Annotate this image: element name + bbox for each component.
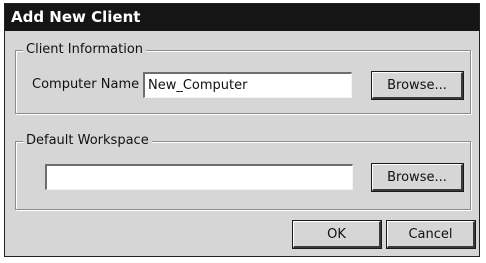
dialog-title: Add New Client <box>11 8 141 26</box>
client-browse-button[interactable]: Browse... <box>372 72 463 99</box>
default-workspace-group: Default Workspace Browse... <box>15 133 471 210</box>
workspace-browse-button[interactable]: Browse... <box>372 164 463 191</box>
default-workspace-legend: Default Workspace <box>23 133 152 149</box>
workspace-input[interactable] <box>45 164 353 190</box>
ok-button[interactable]: OK <box>293 221 381 248</box>
dialog-title-bar[interactable]: Add New Client <box>5 4 479 31</box>
cancel-button[interactable]: Cancel <box>387 221 475 248</box>
add-new-client-dialog: Add New Client Client Information Comput… <box>4 3 480 257</box>
client-information-group: Client Information Computer Name Browse.… <box>15 42 471 114</box>
computer-name-label: Computer Name <box>32 77 140 92</box>
client-information-legend: Client Information <box>23 42 147 58</box>
computer-name-input[interactable] <box>143 72 352 98</box>
